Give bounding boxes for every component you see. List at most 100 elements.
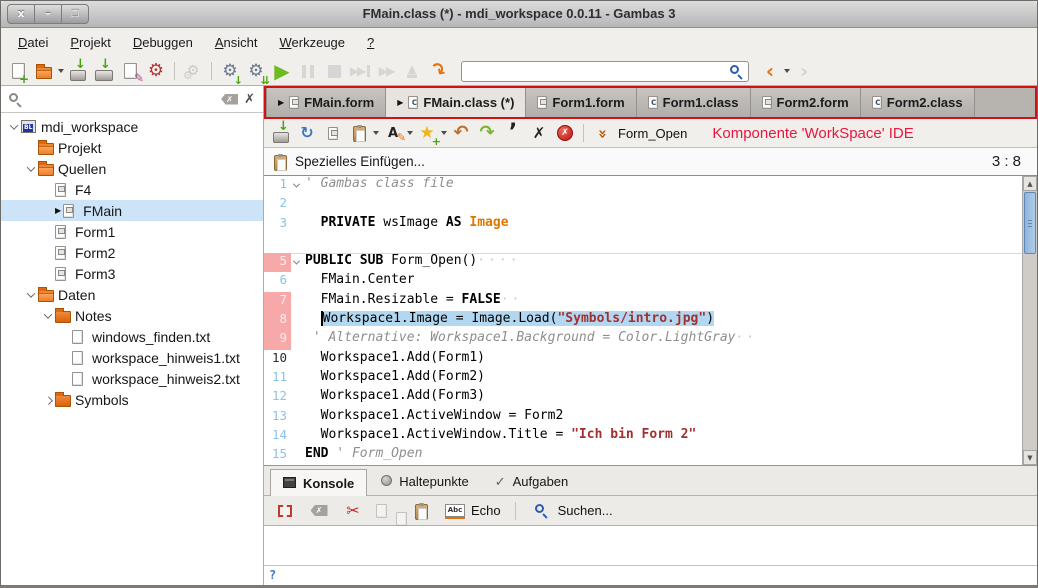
tree-item-workspace_hinweis1_txt[interactable]: workspace_hinweis1.txt [1,347,263,368]
run-button[interactable]: ▶ [269,59,295,84]
uncomment-button[interactable]: ✗ [526,121,552,146]
expander-icon[interactable] [7,124,21,130]
code-text[interactable]: PRIVATE wsImage AS Image [305,215,1022,234]
tree-item-Form3[interactable]: Form3 [1,263,263,284]
panel-tab-aufgaben[interactable]: ✓Aufgaben [483,468,581,495]
menu-item-werkzeuge[interactable]: Werkzeuge [268,30,356,55]
paste-button[interactable] [408,498,434,523]
line-number[interactable]: 15 [264,446,291,465]
save-button[interactable] [268,121,294,146]
clear-filter-icon[interactable]: ✗ [221,94,238,105]
expander-icon[interactable] [24,292,38,298]
tree-item-Symbols[interactable]: Symbols [1,389,263,410]
code-text[interactable] [305,195,1022,214]
menu-item-help[interactable]: ? [356,30,385,55]
code-text[interactable]: ' Alternative: Workspace1.Background = C… [305,330,1022,349]
line-number[interactable]: 1 [264,176,291,195]
edit-code-button[interactable]: ✎ [117,59,143,84]
code-text[interactable]: END ' Form_Open [305,446,1022,465]
chevron-down-icon[interactable] [441,131,447,135]
tree-item-Notes[interactable]: Notes [1,305,263,326]
line-number[interactable]: 6 [264,272,291,291]
global-search-box[interactable] [461,61,749,82]
menu-item-datei[interactable]: Datei [7,30,59,55]
code-text[interactable]: Workspace1.Image = Image.Load("Symbols/i… [305,311,1022,330]
new-file-button[interactable]: + [5,59,31,84]
nav-back-button[interactable]: ‹ [757,59,791,84]
line-number[interactable]: 13 [264,408,291,427]
save-archive-button[interactable] [91,59,117,84]
code-text[interactable]: Workspace1.ActiveWindow = Form2 [305,408,1022,427]
cut-button[interactable]: ✂ [340,498,366,523]
tree-filter-input[interactable] [28,92,215,106]
scroll-up-button[interactable]: ▲ [1023,176,1037,191]
code-text[interactable]: ' Gambas class file [305,176,1022,195]
redo-button[interactable]: ↷ [474,121,500,146]
close-file-button[interactable]: ✗ [552,121,578,146]
search-button[interactable]: Suchen... [529,498,614,523]
tab-Form2.form[interactable]: Form2.form [751,88,861,117]
expander-icon[interactable] [41,313,55,319]
line-number[interactable]: 3 [264,215,291,234]
panel-tab-konsole[interactable]: Konsole [270,469,367,496]
line-number[interactable]: 7 [264,292,291,311]
return-from-function-button[interactable]: ↷ [425,59,451,84]
tree-item-Quellen[interactable]: Quellen [1,158,263,179]
compile-all-button[interactable]: ⚙⇊ [243,59,269,84]
tab-FMain.class[interactable]: ▶FMain.class (*) [386,88,526,117]
tree-item-Form1[interactable]: Form1 [1,221,263,242]
tree-item-FMain[interactable]: ▶FMain [1,200,263,221]
code-text[interactable]: FMain.Resizable = FALSE·· [305,292,1022,311]
code-text[interactable] [305,234,1022,253]
code-text[interactable]: Workspace1.Add(Form1) [305,350,1022,369]
comment-button[interactable]: ’ [500,121,526,146]
editor-scrollbar[interactable]: ▲ ▼ [1022,176,1037,465]
bookmark-button[interactable]: ★+ [414,121,448,146]
expander-icon[interactable] [24,166,38,172]
chevron-down-icon[interactable] [407,131,413,135]
fold-arrow-icon[interactable] [291,176,305,195]
save-project-button[interactable] [65,59,91,84]
tree-item-workspace_hinweis2_txt[interactable]: workspace_hinweis2.txt [1,368,263,389]
tab-FMain.form[interactable]: ▶FMain.form [266,88,386,117]
maximize-button[interactable]: □ [61,4,89,24]
panel-tab-haltepunkte[interactable]: Haltepunkte [369,468,480,495]
line-number[interactable]: 11 [264,369,291,388]
echo-button[interactable]: AbcEcho [442,498,502,523]
fold-arrow-icon[interactable] [291,253,305,272]
chevron-down-icon[interactable] [58,69,64,73]
compile-button[interactable]: ⚙↓ [217,59,243,84]
menu-item-ansicht[interactable]: Ansicht [204,30,269,55]
console-input[interactable]: ? [264,566,1037,585]
line-number[interactable]: 14 [264,427,291,446]
tab-Form2.class[interactable]: Form2.class [861,88,975,117]
chevron-down-icon[interactable] [373,131,379,135]
tab-Form1.form[interactable]: Form1.form [526,88,636,117]
code-text[interactable]: PUBLIC SUB Form_Open()···· [305,253,1022,272]
tab-Form1.class[interactable]: Form1.class [637,88,751,117]
chevron-down-icon[interactable] [784,69,790,73]
menu-item-debuggen[interactable]: Debuggen [122,30,204,55]
close-filter-icon[interactable]: ✗ [244,92,255,107]
code-text[interactable]: Workspace1.ActiveWindow.Title = "Ich bin… [305,427,1022,446]
line-number[interactable]: 5 [264,253,291,272]
menu-item-projekt[interactable]: Projekt [59,30,121,55]
tree-item-F4[interactable]: F4 [1,179,263,200]
code-text[interactable]: Workspace1.Add(Form2) [305,369,1022,388]
tree-item-Daten[interactable]: Daten [1,284,263,305]
code-editor[interactable]: 1' Gambas class file23 PRIVATE wsImage A… [264,176,1037,465]
format-code-button[interactable]: A✎ [380,121,414,146]
tree-item-mdi_workspace[interactable]: mdi_workspace [1,116,263,137]
expander-icon[interactable] [41,397,55,403]
scroll-down-button[interactable]: ▼ [1023,450,1037,465]
undo-button[interactable]: ↶ [448,121,474,146]
paste-special-row[interactable]: Spezielles Einfügen... 3 : 8 [264,148,1037,176]
goto-procedure-button[interactable]: »Form_Open [589,121,688,146]
reload-button[interactable]: ↻ [294,121,320,146]
line-number[interactable]: 10 [264,350,291,369]
scrollbar-thumb[interactable] [1024,192,1036,254]
console-output[interactable] [264,526,1037,566]
line-number[interactable]: 8 [264,311,291,330]
select-all-button[interactable] [272,498,298,523]
title-bar[interactable]: x – □ FMain.class (*) - mdi_workspace 0.… [1,1,1037,28]
